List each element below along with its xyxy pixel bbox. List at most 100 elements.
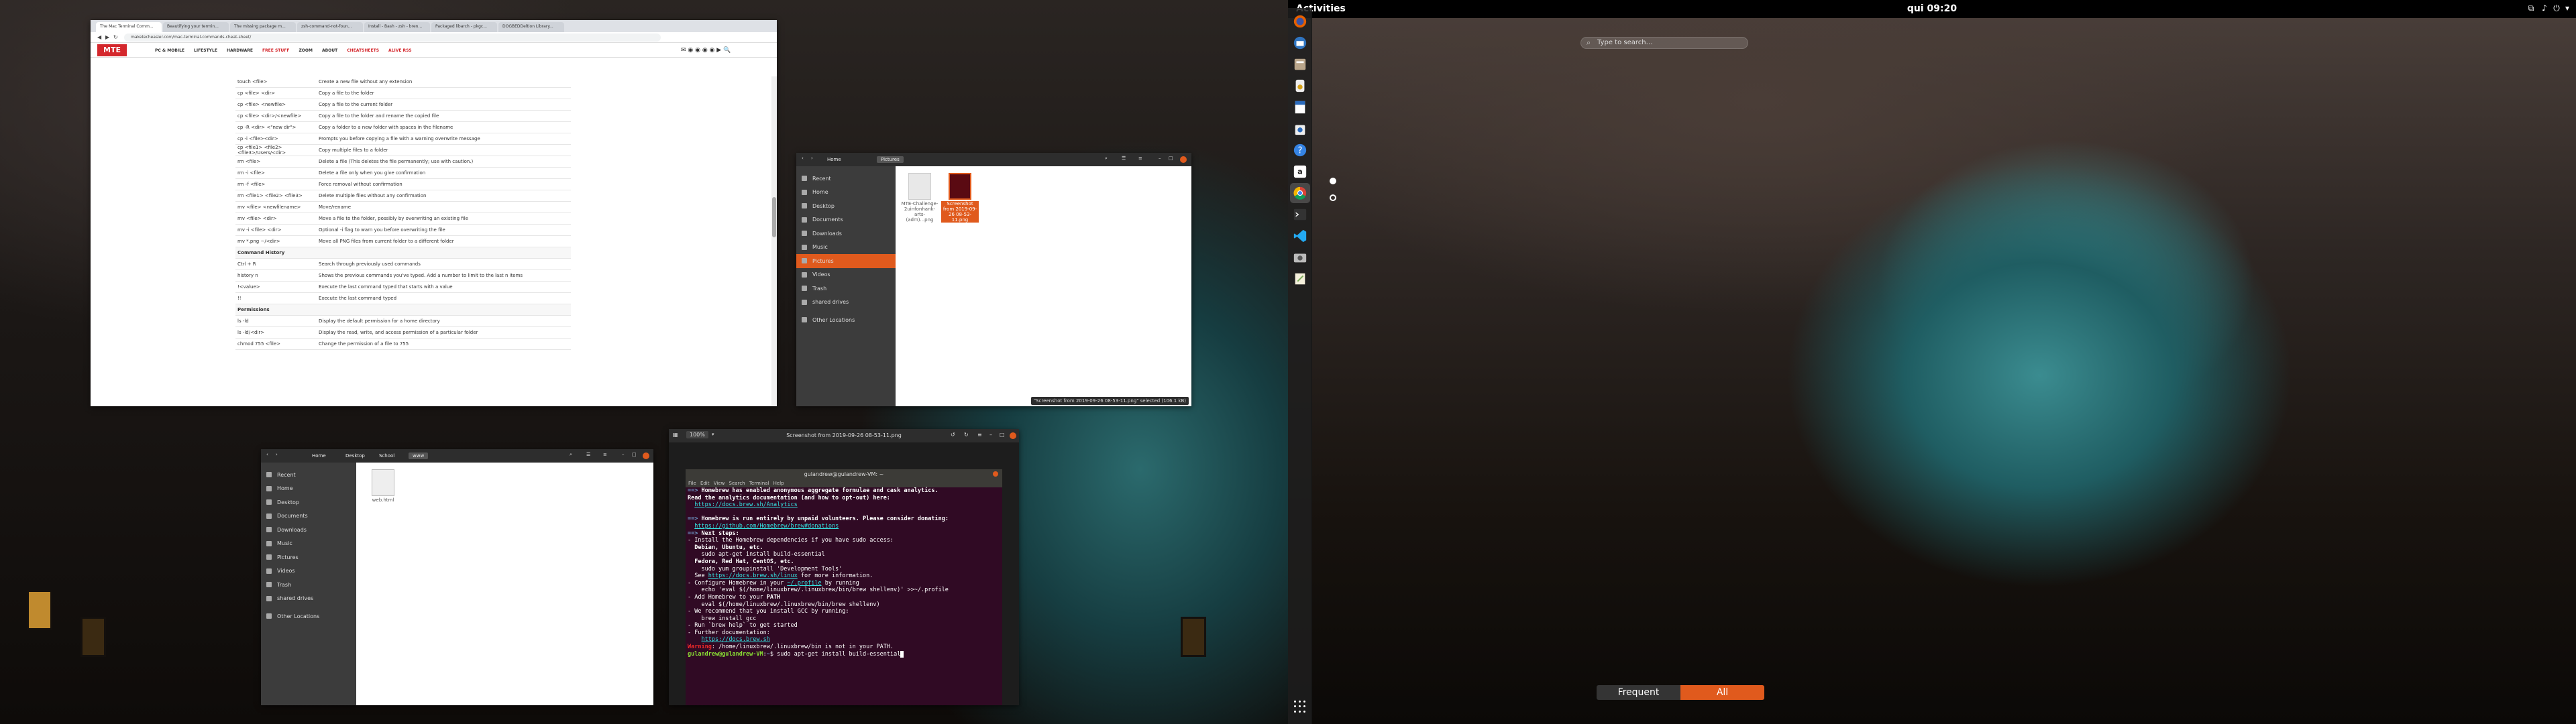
- search-icon[interactable]: ⌕: [570, 452, 572, 458]
- close-icon[interactable]: [643, 452, 649, 459]
- dock-editor[interactable]: [1290, 269, 1310, 289]
- file-item-selected[interactable]: Screenshot from 2019-09-26 08-53-11.png: [941, 173, 979, 223]
- sidebar-item-music[interactable]: Music: [796, 241, 896, 255]
- dock-writer[interactable]: [1290, 97, 1310, 117]
- sidebar-item-recent[interactable]: Recent: [796, 172, 896, 186]
- sidebar-item-downloads[interactable]: Downloads: [261, 523, 356, 537]
- minimize-icon[interactable]: –: [989, 432, 992, 438]
- sidebar-item-home[interactable]: Home: [261, 482, 356, 496]
- scrollbar-thumb[interactable]: [772, 197, 776, 237]
- site-nav-item[interactable]: PC & MOBILE: [155, 48, 184, 53]
- maximize-icon[interactable]: □: [1000, 432, 1005, 438]
- volume-icon[interactable]: ♪: [2540, 3, 2549, 13]
- sidebar-item-videos[interactable]: Videos: [261, 564, 356, 579]
- browser-tab[interactable]: Beautifying your termin...: [163, 22, 229, 32]
- close-icon[interactable]: [1180, 156, 1187, 163]
- sidebar-item-shared-drives[interactable]: shared drives: [261, 592, 356, 606]
- path-crumb-home[interactable]: Home: [823, 156, 845, 163]
- sidebar-item-videos[interactable]: Videos: [796, 268, 896, 282]
- browser-tab[interactable]: DOGBEDDeltion Library...: [498, 22, 564, 32]
- sidebar-item-shared-drives[interactable]: shared drives: [796, 296, 896, 310]
- dock-firefox[interactable]: [1290, 11, 1310, 32]
- back-icon[interactable]: ‹: [266, 452, 268, 457]
- dock-rhythmbox[interactable]: [1290, 76, 1310, 96]
- maximize-icon[interactable]: □: [1169, 156, 1173, 161]
- path-crumb-school[interactable]: School: [375, 452, 398, 459]
- site-nav-item[interactable]: ZOOM: [299, 48, 313, 53]
- dock-files[interactable]: [1290, 54, 1310, 74]
- path-crumb-www[interactable]: www: [409, 452, 429, 459]
- dock-chrome[interactable]: [1290, 183, 1310, 203]
- menu-icon[interactable]: ≡: [603, 452, 607, 457]
- dock-software[interactable]: [1290, 119, 1310, 139]
- sidebar-item-music[interactable]: Music: [261, 537, 356, 551]
- sidebar-item-documents[interactable]: Documents: [261, 509, 356, 524]
- path-crumb-home[interactable]: Home: [308, 452, 330, 459]
- browser-window[interactable]: The Mac Terminal Comm... Beautifying you…: [91, 20, 777, 406]
- forward-icon[interactable]: ▶: [105, 34, 109, 40]
- scrollbar[interactable]: [771, 76, 777, 406]
- sidebar-item-home[interactable]: Home: [796, 186, 896, 200]
- sidebar-item-trash[interactable]: Trash: [796, 282, 896, 296]
- rotate-right-icon[interactable]: ↻: [964, 432, 969, 438]
- files-window-www[interactable]: ‹ › Home Desktop School www ⌕ ☰ ≡ – □ Re…: [261, 449, 653, 705]
- site-nav-item[interactable]: LIFESTYLE: [194, 48, 217, 53]
- sidebar-item-pictures[interactable]: Pictures: [261, 550, 356, 564]
- search-icon[interactable]: ⌕: [1105, 156, 1108, 162]
- sidebar-item-downloads[interactable]: Downloads: [796, 227, 896, 241]
- dock-amazon[interactable]: a: [1290, 162, 1310, 182]
- social-icons[interactable]: ✉ ◉ ◉ ◉ ◉ ▶ 🔍: [681, 47, 731, 54]
- clock[interactable]: qui 09:20: [1288, 3, 2576, 14]
- view-list-icon[interactable]: ☰: [586, 452, 590, 457]
- reload-icon[interactable]: ↻: [113, 34, 118, 40]
- rotate-left-icon[interactable]: ↺: [951, 432, 955, 438]
- sidebar-item-desktop[interactable]: Desktop: [796, 199, 896, 213]
- menu-icon[interactable]: ≡: [1138, 156, 1142, 161]
- close-icon[interactable]: [1010, 432, 1016, 439]
- minimize-icon[interactable]: –: [1159, 156, 1161, 161]
- browser-tab[interactable]: Install - Bash - zsh - bren...: [364, 22, 430, 32]
- site-nav-item[interactable]: ABOUT: [322, 48, 337, 53]
- dock-thunderbird[interactable]: [1290, 33, 1310, 53]
- network-icon[interactable]: ⧉: [2526, 3, 2536, 13]
- file-item[interactable]: web.html: [364, 469, 402, 503]
- site-nav-item[interactable]: FREE STUFF: [262, 48, 290, 53]
- frequent-tab[interactable]: Frequent: [1597, 685, 1680, 700]
- sidebar-item-desktop[interactable]: Desktop: [261, 495, 356, 509]
- image-viewer-window[interactable]: ▦ 100% ▾ Screenshot from 2019-09-26 08-5…: [669, 429, 1019, 705]
- site-logo[interactable]: MTE: [97, 44, 127, 56]
- sidebar-item-recent[interactable]: Recent: [261, 468, 356, 482]
- minimize-icon[interactable]: –: [622, 452, 625, 457]
- browser-tab[interactable]: The Mac Terminal Comm...: [96, 22, 162, 32]
- power-icon[interactable]: ⏻: [2552, 3, 2561, 13]
- show-applications-button[interactable]: [1289, 696, 1311, 717]
- forward-icon[interactable]: ›: [811, 156, 813, 161]
- dock-help[interactable]: ?: [1290, 140, 1310, 160]
- site-nav-item[interactable]: HARDWARE: [227, 48, 253, 53]
- file-item[interactable]: MTE-Challenge-2uinfonhank-arts-(adm)...p…: [901, 173, 938, 223]
- sidebar-item-pictures[interactable]: Pictures: [796, 254, 896, 268]
- forward-icon[interactable]: ›: [276, 452, 278, 457]
- page-indicator-active[interactable]: [1330, 178, 1336, 184]
- url-field[interactable]: maketecheasier.com/mac-terminal-commands…: [124, 33, 661, 42]
- browser-tab[interactable]: zsh-command-not-foun...: [297, 22, 363, 32]
- dock-screenshot[interactable]: [1290, 247, 1310, 267]
- all-tab[interactable]: All: [1680, 685, 1764, 700]
- search-input[interactable]: ⌕ Type to search…: [1580, 37, 1748, 49]
- site-nav-item[interactable]: ALIVE RSS: [388, 48, 412, 53]
- site-nav-item[interactable]: CHEATSHEETS: [347, 48, 379, 53]
- view-list-icon[interactable]: ☰: [1122, 156, 1126, 161]
- back-icon[interactable]: ◀: [97, 34, 101, 40]
- browser-tab[interactable]: The missing package m...: [230, 22, 296, 32]
- sidebar-item-other-locations[interactable]: Other Locations: [261, 609, 356, 623]
- browser-tab[interactable]: Packaged libarch - pkgc...: [431, 22, 497, 32]
- dock-vscode[interactable]: [1290, 226, 1310, 246]
- back-icon[interactable]: ‹: [802, 156, 804, 161]
- files-window-pictures[interactable]: ‹ › Home Pictures ⌕ ☰ ≡ – □ Recent Home De…: [796, 153, 1191, 406]
- path-crumb-desktop[interactable]: Desktop: [341, 452, 369, 459]
- dock-terminal[interactable]: [1290, 204, 1310, 225]
- maximize-icon[interactable]: □: [632, 452, 637, 457]
- chevron-down-icon[interactable]: ▾: [2563, 3, 2572, 13]
- sidebar-item-other-locations[interactable]: Other Locations: [796, 313, 896, 327]
- menu-icon[interactable]: ≡: [977, 432, 982, 438]
